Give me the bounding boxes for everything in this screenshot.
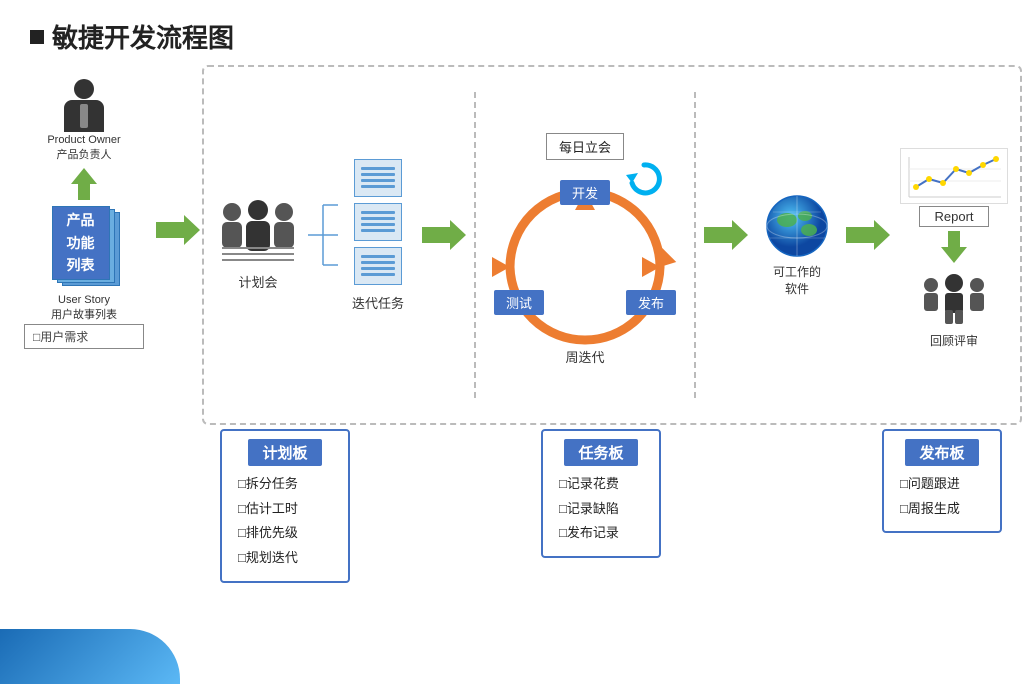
daily-standup-box: 每日立会 xyxy=(546,133,624,160)
sprint-col: 每日立会 xyxy=(480,125,690,366)
task-item-1: □记录缺陷 xyxy=(559,497,643,522)
bottom-wave-decoration xyxy=(0,629,180,684)
software-label2: 软件 xyxy=(785,280,809,297)
title-area: 敏捷开发流程图 xyxy=(0,0,1036,65)
vsep2 xyxy=(694,92,696,398)
release-item-1: □周报生成 xyxy=(900,497,984,522)
task-board-panel: 任务板 □记录花费 □记录缺陷 □发布记录 xyxy=(541,429,661,558)
task-board-title: 任务板 xyxy=(564,439,637,466)
planning-col: 计划会 xyxy=(208,200,308,291)
left-panel: Product Owner 产品负责人 产品 功能 列表 User Story … xyxy=(14,65,154,425)
plan-item-2: □排优先级 xyxy=(238,521,332,546)
plan-item-3: □规划迭代 xyxy=(238,546,332,571)
up-arrow-icon xyxy=(941,231,967,268)
task-board-items: □记录花费 □记录缺陷 □发布记录 xyxy=(559,472,643,546)
globe-icon xyxy=(765,194,830,259)
report-label: Report xyxy=(919,206,988,227)
plan-board-items: □拆分任务 □估计工时 □排优先级 □规划迭代 xyxy=(238,472,332,571)
review-label: 回顾评审 xyxy=(930,332,978,349)
daily-label-text: 每日立会 xyxy=(559,140,611,155)
bottom-area: 计划板 □拆分任务 □估计工时 □排优先级 □规划迭代 任务板 □记录花费 □记… xyxy=(14,429,1022,583)
product-owner-label2: 产品负责人 xyxy=(57,146,112,162)
product-line3: 列表 xyxy=(67,254,95,276)
task-list-2 xyxy=(354,203,402,241)
product-list-box: 产品 功能 列表 xyxy=(52,206,127,288)
dev-label: 开发 xyxy=(560,180,610,205)
software-col: 可工作的 软件 xyxy=(752,194,842,297)
release-label: 发布 xyxy=(626,290,676,315)
plan-board-title: 计划板 xyxy=(248,439,321,466)
task-list-3 xyxy=(354,247,402,285)
product-line2: 功能 xyxy=(67,232,95,254)
task-item-2: □发布记录 xyxy=(559,521,643,546)
arrow2-right xyxy=(422,220,466,270)
arrow3-right xyxy=(704,220,748,270)
planning-label: 计划会 xyxy=(238,272,277,291)
down-arrow-icon xyxy=(71,168,97,200)
report-chart xyxy=(900,148,1008,204)
title-square-icon xyxy=(30,30,44,44)
vsep1 xyxy=(474,92,476,398)
main-dashed-box: 计划会 xyxy=(202,65,1022,425)
product-owner-label1: Product Owner xyxy=(47,134,120,146)
meeting-icon xyxy=(214,200,302,268)
plan-item-1: □估计工时 xyxy=(238,497,332,522)
arrow1-right xyxy=(156,65,200,425)
review-people-icon xyxy=(917,272,992,330)
plan-board-panel: 计划板 □拆分任务 □估计工时 □排优先级 □规划迭代 xyxy=(220,429,350,583)
task-item-0: □记录花费 xyxy=(559,472,643,497)
release-board-items: □问题跟进 □周报生成 xyxy=(900,472,984,521)
iteration-label: 迭代任务 xyxy=(352,293,404,312)
user-story-sub: 用户故事列表 xyxy=(51,306,117,322)
iteration-col: 迭代任务 xyxy=(338,159,418,332)
software-label1: 可工作的 xyxy=(773,263,821,280)
arrow4-right xyxy=(846,220,890,270)
product-line1: 产品 xyxy=(67,209,95,231)
review-col: Report 回顾评审 xyxy=(894,142,1014,349)
plan-item-0: □拆分任务 xyxy=(238,472,332,497)
release-item-0: □问题跟进 xyxy=(900,472,984,497)
test-label: 测试 xyxy=(494,290,544,315)
connector-lines xyxy=(308,185,338,305)
task-list-1 xyxy=(354,159,402,197)
user-demand-text: □用户需求 xyxy=(33,330,88,344)
user-story-label: User Story xyxy=(58,294,110,306)
user-demand-box: □用户需求 xyxy=(24,324,144,349)
product-owner-icon xyxy=(64,79,104,132)
release-board-panel: 发布板 □问题跟进 □周报生成 xyxy=(882,429,1002,533)
page-title: 敏捷开发流程图 xyxy=(52,18,234,55)
sprint-cycle: 开发 测试 发布 xyxy=(490,172,680,357)
release-board-title: 发布板 xyxy=(905,439,978,466)
